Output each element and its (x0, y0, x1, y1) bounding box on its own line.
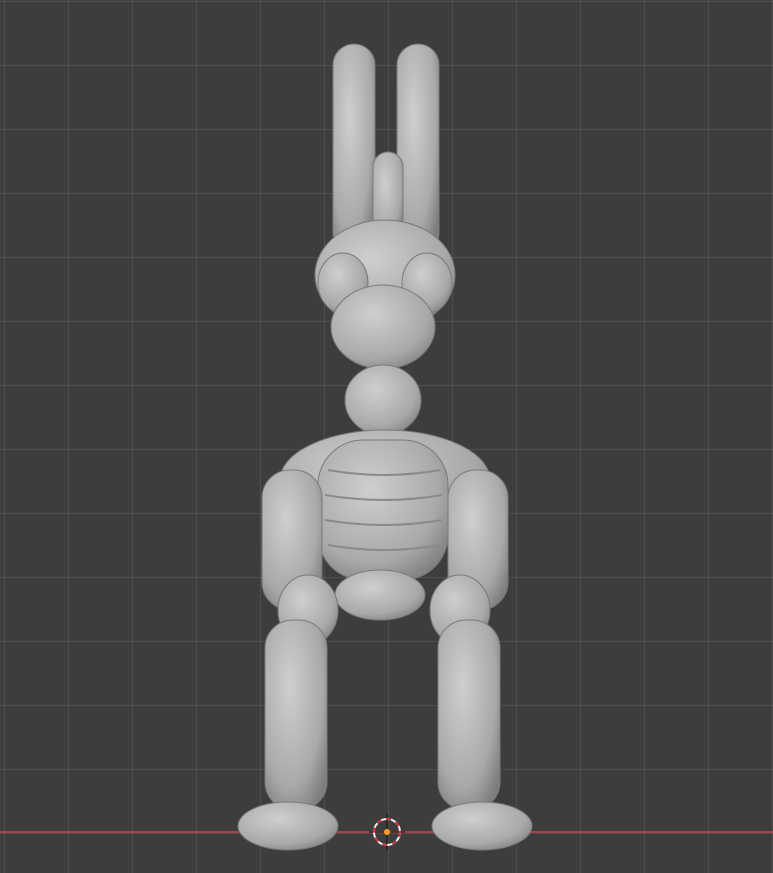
leg-right (437, 619, 501, 811)
jaw (344, 364, 422, 436)
foot-right (431, 801, 533, 851)
foot-left (237, 801, 339, 851)
snout (330, 284, 436, 370)
3d-viewport[interactable] (0, 0, 773, 873)
origin-dot-icon (384, 829, 390, 835)
skeleton-model[interactable] (0, 0, 773, 873)
pelvis (334, 569, 426, 621)
3d-cursor-icon[interactable] (369, 814, 405, 850)
ribcage (317, 439, 449, 581)
leg-left (264, 619, 328, 811)
